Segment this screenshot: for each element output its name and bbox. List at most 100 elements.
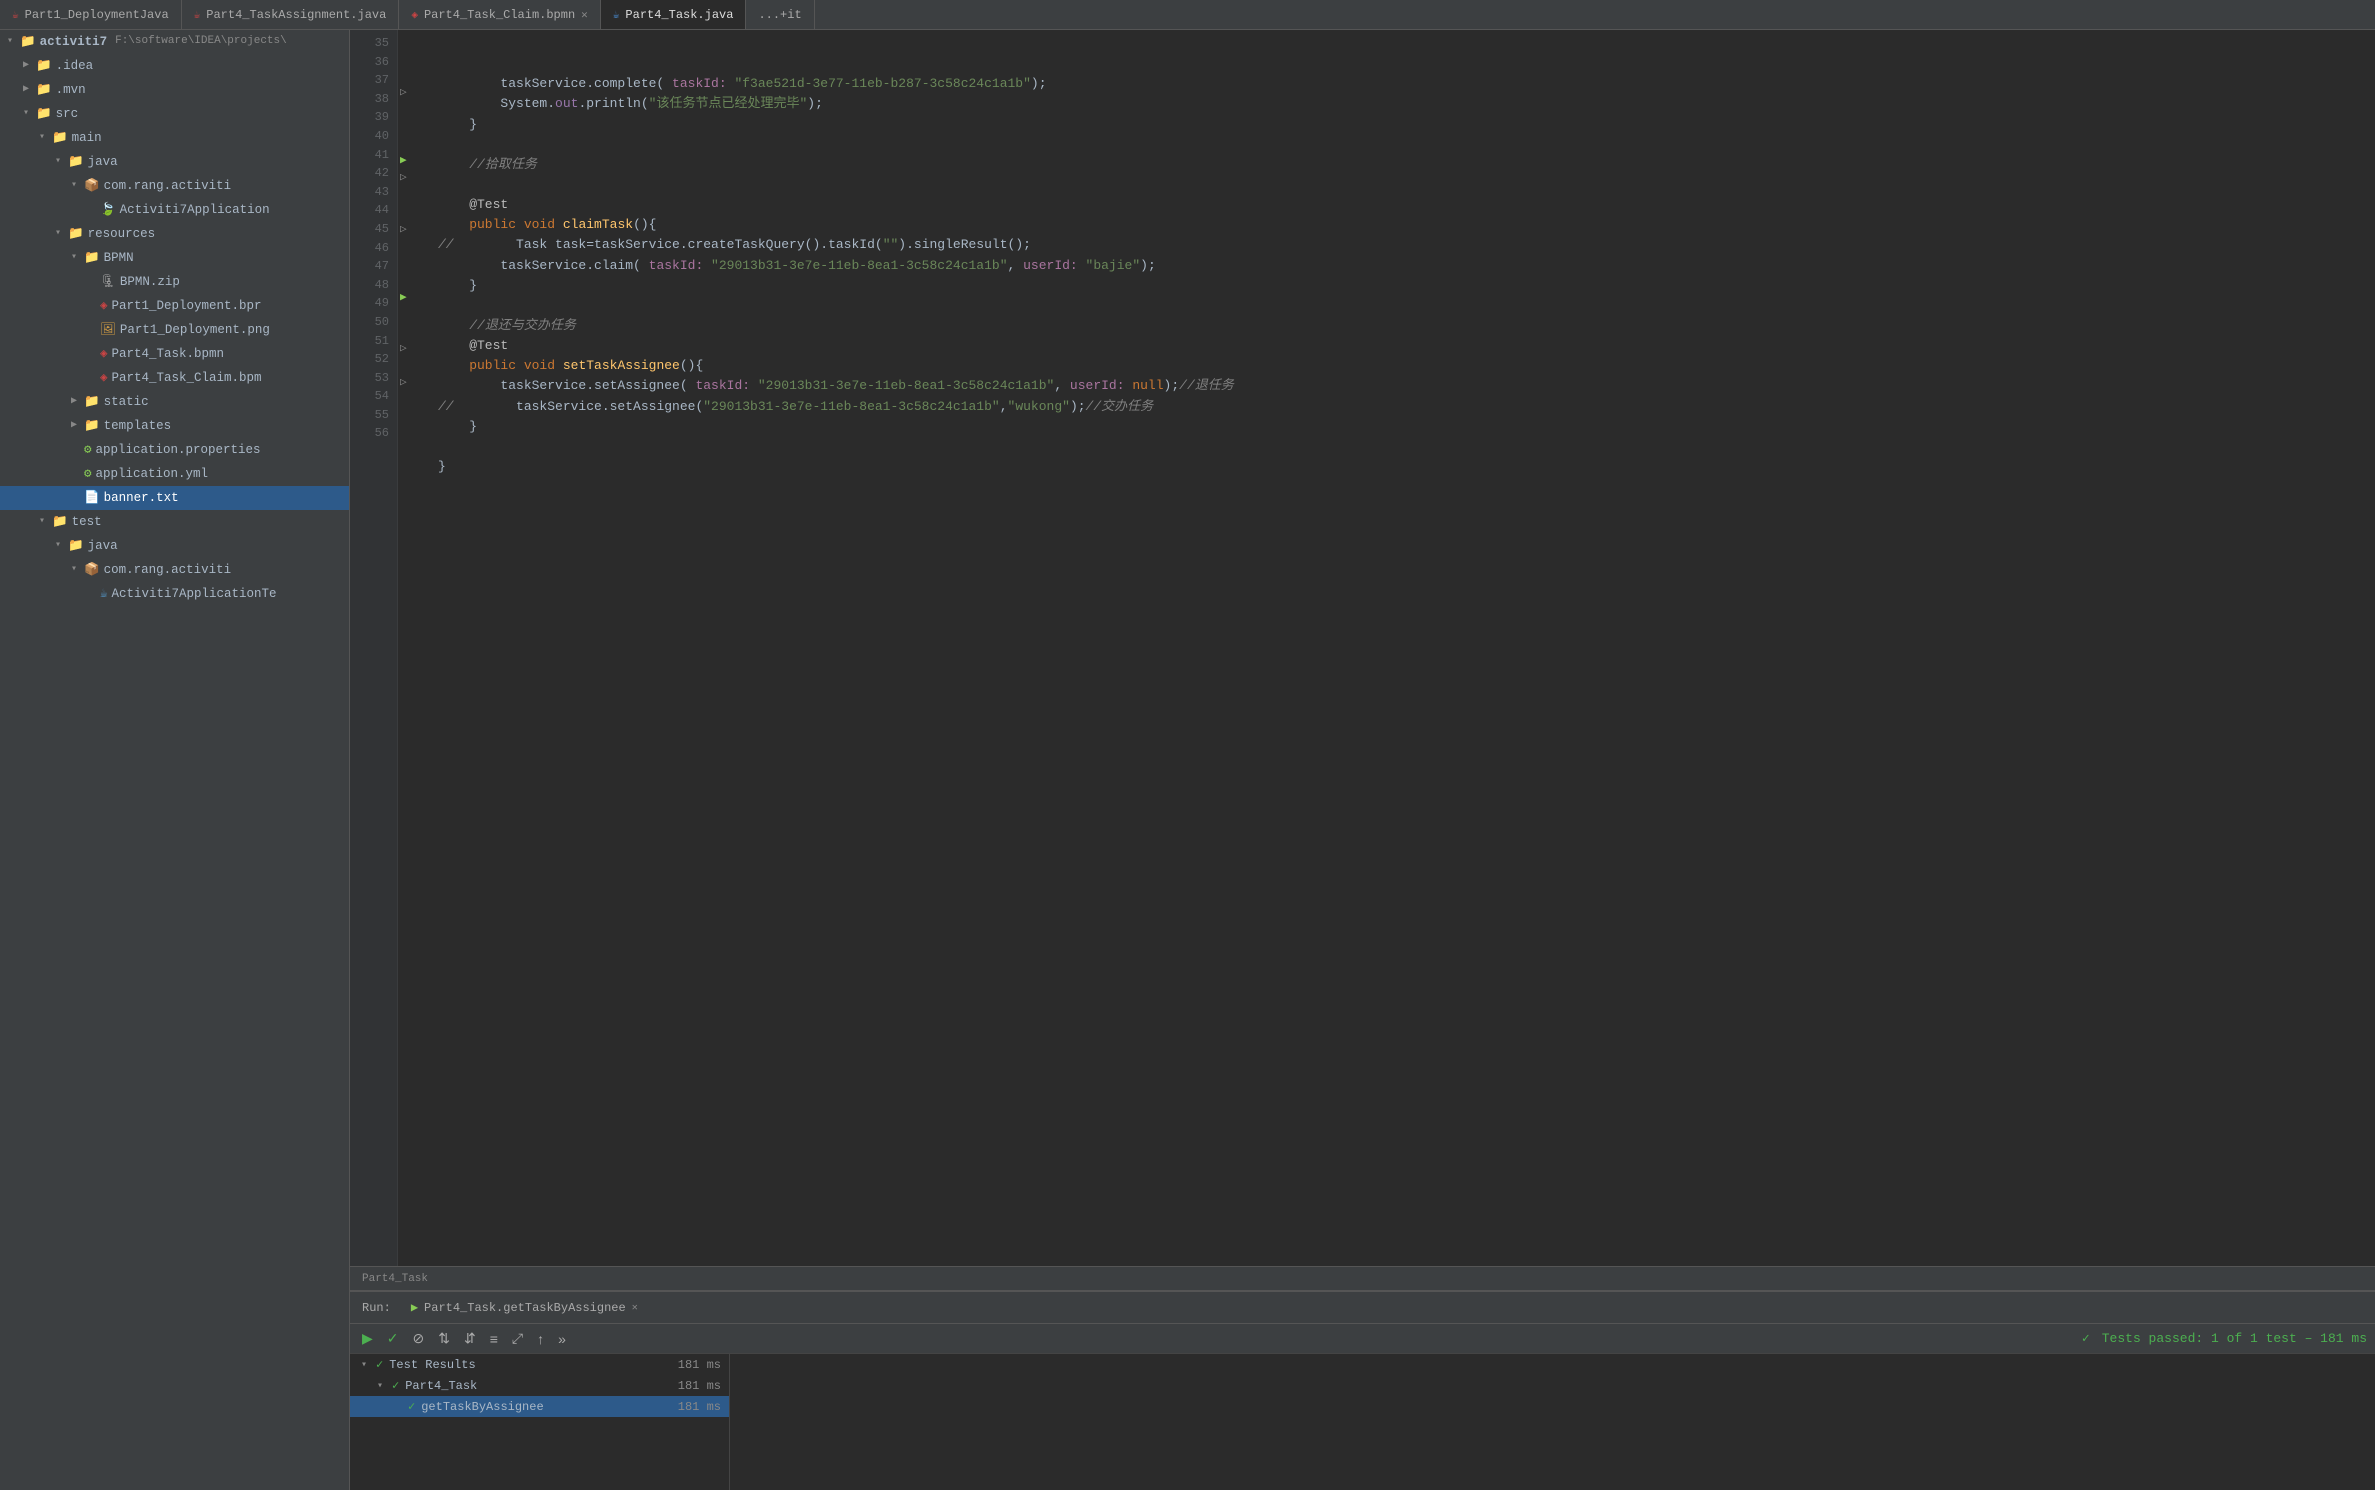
sidebar-item-bpmn-zip[interactable]: 🗜 BPMN.zip bbox=[0, 270, 349, 294]
folder-icon: 📁 bbox=[52, 512, 68, 532]
run-tab-label: Part4_Task.getTaskByAssignee bbox=[424, 1301, 626, 1315]
run-panel-header: Run: ▶ Part4_Task.getTaskByAssignee ✕ bbox=[350, 1292, 2375, 1324]
sidebar-item-part4-task-bpmn[interactable]: ◈ Part4_Task.bpmn bbox=[0, 342, 349, 366]
sidebar-item-part1-bpmn[interactable]: ◈ Part1_Deployment.bpr bbox=[0, 294, 349, 318]
filename-label: Part4_Task bbox=[362, 1273, 428, 1285]
run-label: Run: bbox=[362, 1301, 391, 1315]
tab-part4-claim[interactable]: ◈ Part4_Task_Claim.bpmn ✕ bbox=[399, 0, 600, 29]
sidebar-item-part4-claim-bpmn[interactable]: ◈ Part4_Task_Claim.bpm bbox=[0, 366, 349, 390]
sidebar-item-app-yml[interactable]: ⚙ application.yml bbox=[0, 462, 349, 486]
sidebar-item-label: BPMN bbox=[104, 248, 134, 268]
file-tree: ▾ 📁 activiti7 F:\software\IDEA\projects\… bbox=[0, 30, 350, 1490]
get-task-time: 181 ms bbox=[678, 1400, 721, 1414]
sidebar-item-activiti7[interactable]: ▾ 📁 activiti7 F:\software\IDEA\projects\ bbox=[0, 30, 349, 54]
sort-desc-button[interactable]: ⇵ bbox=[460, 1328, 480, 1349]
code-editor: 35 36 37 38 39 40 41 42 43 44 45 46 47 4… bbox=[350, 30, 2375, 1290]
bpmn-icon: ◈ bbox=[100, 344, 108, 364]
sidebar-item-resources[interactable]: ▾ 📁 resources bbox=[0, 222, 349, 246]
sidebar-item-part1-png[interactable]: 🖼 Part1_Deployment.png bbox=[0, 318, 349, 342]
expand-arrow-icon: ▾ bbox=[52, 538, 64, 554]
collapse-button[interactable]: ≡ bbox=[486, 1329, 502, 1349]
folder-icon: 📁 bbox=[36, 80, 52, 100]
sidebar-item-bpmn-folder[interactable]: ▾ 📁 BPMN bbox=[0, 246, 349, 270]
pass-icon: ✓ bbox=[392, 1378, 399, 1393]
expand-arrow-icon: ▾ bbox=[374, 1380, 386, 1392]
expand-button[interactable]: ⤢ bbox=[508, 1328, 527, 1349]
sidebar-item-label: Activiti7ApplicationTe bbox=[112, 584, 277, 604]
pass-status-text: Tests passed: 1 of 1 test – 181 ms bbox=[2102, 1331, 2367, 1346]
sidebar-item-label: banner.txt bbox=[104, 488, 179, 508]
sidebar-item-label: src bbox=[56, 104, 79, 124]
part4-task-item[interactable]: ▾ ✓ Part4_Task 181 ms bbox=[350, 1375, 729, 1396]
pass-icon: ✓ bbox=[376, 1357, 383, 1372]
sort-asc-button[interactable]: ⇅ bbox=[434, 1328, 454, 1349]
sidebar-item-java[interactable]: ▾ 📁 java bbox=[0, 150, 349, 174]
folder-icon: 📁 bbox=[20, 32, 36, 52]
next-button[interactable]: » bbox=[554, 1329, 570, 1349]
props-icon: ⚙ bbox=[84, 440, 92, 460]
java-icon: ☕ bbox=[613, 8, 620, 22]
tab-part4-assignment[interactable]: ☕ Part4_TaskAssignment.java bbox=[182, 0, 400, 29]
sidebar-item-activiti7app[interactable]: 🍃 Activiti7Application bbox=[0, 198, 349, 222]
sidebar-item-label: java bbox=[88, 536, 118, 556]
spring-icon: 🍃 bbox=[100, 200, 116, 220]
tab-part4-task[interactable]: ☕ Part4_Task.java bbox=[601, 0, 747, 29]
play-button[interactable]: ▶ bbox=[358, 1328, 377, 1349]
sidebar-item-label: Part1_Deployment.png bbox=[120, 320, 270, 340]
code-area[interactable]: 35 36 37 38 39 40 41 42 43 44 45 46 47 4… bbox=[350, 30, 2375, 1266]
sidebar-item-test-java[interactable]: ▾ 📁 java bbox=[0, 534, 349, 558]
sidebar-item-label: BPMN.zip bbox=[120, 272, 180, 292]
up-button[interactable]: ↑ bbox=[533, 1329, 548, 1349]
check-button[interactable]: ✓ bbox=[383, 1328, 403, 1349]
get-task-item[interactable]: ✓ getTaskByAssignee 181 ms bbox=[350, 1396, 729, 1417]
sidebar-item-test[interactable]: ▾ 📁 test bbox=[0, 510, 349, 534]
tab-label: ...+it bbox=[758, 8, 801, 22]
sidebar-item-path: F:\software\IDEA\projects\ bbox=[115, 33, 287, 51]
run-icon: ▶ bbox=[411, 1300, 418, 1315]
sidebar-item-label: com.rang.activiti bbox=[104, 176, 232, 196]
editor-status-bar: Part4_Task bbox=[350, 1266, 2375, 1290]
part4-task-label: Part4_Task bbox=[405, 1379, 672, 1393]
sidebar-item-idea[interactable]: ▶ 📁 .idea bbox=[0, 54, 349, 78]
bpmn-icon: ◈ bbox=[100, 296, 108, 316]
package-icon: 📦 bbox=[84, 560, 100, 580]
part4-task-time: 181 ms bbox=[678, 1379, 721, 1393]
sidebar-item-label: application.yml bbox=[96, 464, 209, 484]
sidebar-item-src[interactable]: ▾ 📁 src bbox=[0, 102, 349, 126]
test-results-item[interactable]: ▾ ✓ Test Results 181 ms bbox=[350, 1354, 729, 1375]
main-layout: ▾ 📁 activiti7 F:\software\IDEA\projects\… bbox=[0, 30, 2375, 1490]
package-icon: 📦 bbox=[84, 176, 100, 196]
sidebar-item-banner[interactable]: 📄 banner.txt bbox=[0, 486, 349, 510]
png-icon: 🖼 bbox=[100, 320, 116, 340]
folder-icon: 📁 bbox=[36, 56, 52, 76]
sidebar-item-templates[interactable]: ▶ 📁 templates bbox=[0, 414, 349, 438]
expand-arrow-icon: ▾ bbox=[4, 34, 16, 50]
tab-part1-deployment[interactable]: ☕ Part1_DeploymentJava bbox=[0, 0, 182, 29]
expand-arrow-icon: ▶ bbox=[68, 418, 80, 434]
tab-more[interactable]: ...+it bbox=[746, 0, 814, 29]
sidebar-item-label: main bbox=[72, 128, 102, 148]
expand-arrow-icon: ▾ bbox=[36, 130, 48, 146]
run-tab[interactable]: ▶ Part4_Task.getTaskByAssignee ✕ bbox=[403, 1296, 646, 1319]
sidebar-item-label: application.properties bbox=[96, 440, 261, 460]
activiti-icon: ☕ bbox=[100, 584, 108, 604]
sidebar-item-test-app[interactable]: ☕ Activiti7ApplicationTe bbox=[0, 582, 349, 606]
folder-icon: 📁 bbox=[68, 224, 84, 244]
sidebar-item-test-package[interactable]: ▾ 📦 com.rang.activiti bbox=[0, 558, 349, 582]
expand-arrow-icon: ▾ bbox=[68, 562, 80, 578]
stop-button[interactable]: ⊘ bbox=[409, 1328, 429, 1349]
java-icon: ☕ bbox=[194, 8, 201, 22]
sidebar-item-label: Activiti7Application bbox=[120, 200, 270, 220]
sidebar-item-main[interactable]: ▾ 📁 main bbox=[0, 126, 349, 150]
sidebar-item-label: Part4_Task_Claim.bpm bbox=[112, 368, 262, 388]
sidebar-item-label: test bbox=[72, 512, 102, 532]
close-icon[interactable]: ✕ bbox=[632, 1302, 638, 1314]
run-output[interactable] bbox=[730, 1354, 2375, 1490]
sidebar-item-package[interactable]: ▾ 📦 com.rang.activiti bbox=[0, 174, 349, 198]
close-icon[interactable]: ✕ bbox=[581, 8, 588, 22]
sidebar-item-static[interactable]: ▶ 📁 static bbox=[0, 390, 349, 414]
sidebar-item-label: Part4_Task.bpmn bbox=[112, 344, 225, 364]
sidebar-item-mvn[interactable]: ▶ 📁 .mvn bbox=[0, 78, 349, 102]
sidebar-item-app-props[interactable]: ⚙ application.properties bbox=[0, 438, 349, 462]
code-content[interactable]: taskService.complete( taskId: "f3ae521d-… bbox=[422, 30, 2375, 1266]
